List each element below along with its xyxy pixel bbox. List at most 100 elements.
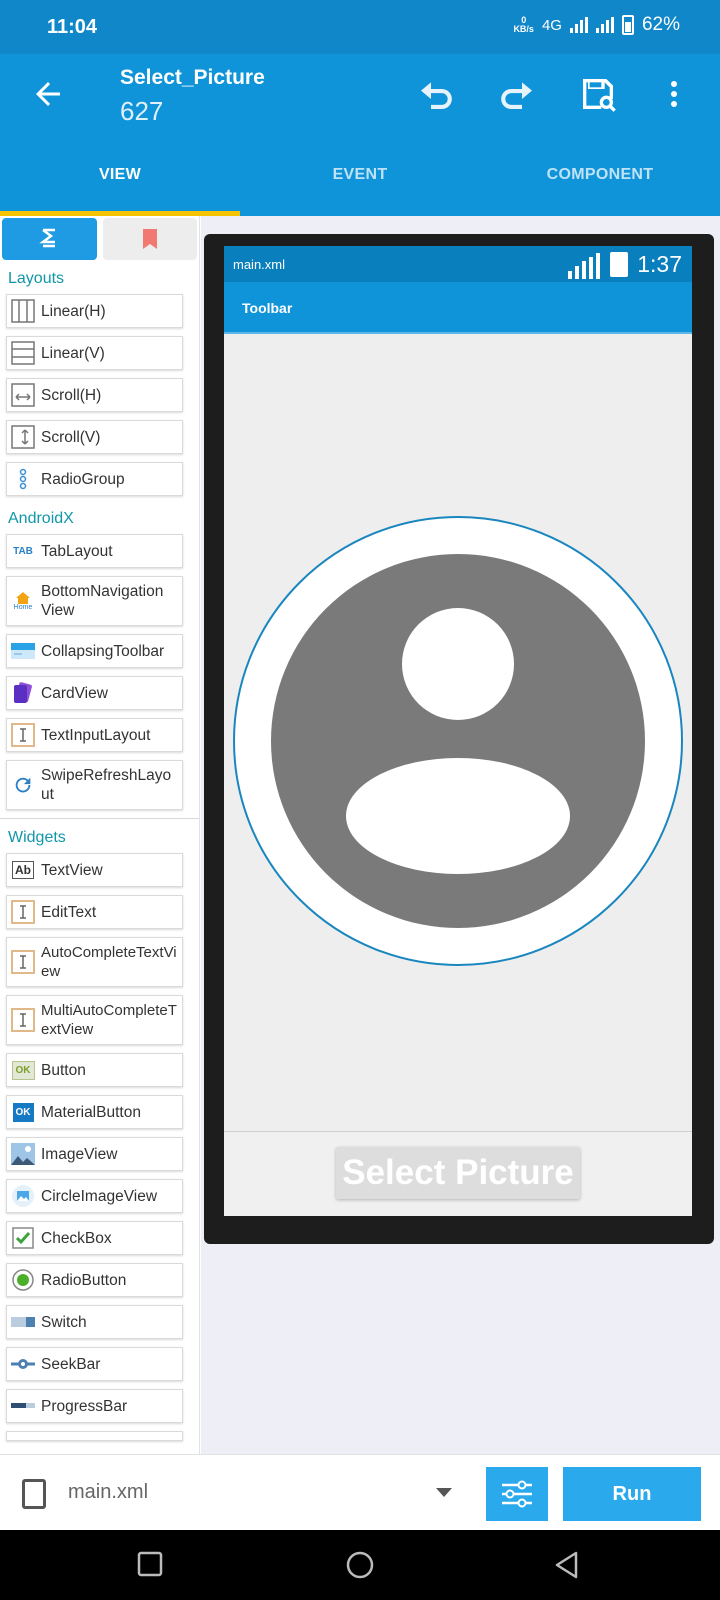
preview-battery-icon <box>610 252 628 277</box>
section-widgets: Widgets <box>8 829 66 846</box>
design-canvas: main.xml 1:37 Toolbar Select Picture <box>201 216 720 1454</box>
item-label: MaterialButton <box>41 1103 141 1121</box>
palette-item-edittext[interactable]: EditText <box>6 895 183 929</box>
home-icon-label: Home <box>13 603 33 611</box>
status-icons: 0 KB/s 4G 62% <box>513 14 680 36</box>
palette-tab-bookmarks[interactable] <box>102 218 197 260</box>
home-icon <box>16 591 30 604</box>
item-label: Switch <box>41 1313 87 1331</box>
scroll-h-icon <box>11 383 35 407</box>
app-bar: Select_Picture 627 <box>0 54 720 144</box>
item-label: RadioButton <box>41 1271 127 1289</box>
palette-item-progressbar[interactable]: ProgressBar <box>6 1389 183 1423</box>
item-label: TabLayout <box>41 542 113 560</box>
select-picture-button[interactable]: Select Picture <box>336 1147 580 1199</box>
palette-item-cardview[interactable]: CardView <box>6 676 183 710</box>
seekbar-icon <box>11 1352 35 1376</box>
item-label: CircleImageView <box>41 1187 158 1205</box>
item-label: MultiAutoCompleteT extView <box>41 1002 177 1038</box>
linear-h-icon <box>11 299 35 323</box>
palette-item-bottomnavigationview[interactable]: Home BottomNavigation View <box>6 576 183 626</box>
palette-item-collapsingtoolbar[interactable]: CollapsingToolbar <box>6 634 183 668</box>
item-label: Linear(H) <box>41 302 106 320</box>
section-layouts: Layouts <box>8 270 65 287</box>
scroll-v-icon <box>11 425 35 449</box>
properties-button[interactable] <box>486 1467 548 1521</box>
chevron-down-icon[interactable] <box>436 1488 452 1497</box>
palette-item-textinputlayout[interactable]: TextInputLayout <box>6 718 183 752</box>
back-arrow-icon[interactable] <box>30 76 66 112</box>
network-speed-unit: KB/s <box>513 24 534 34</box>
textinputlayout-icon <box>11 723 35 747</box>
palette-item-button[interactable]: OK Button <box>6 1053 183 1087</box>
button-icon: OK <box>11 1058 35 1082</box>
palette-item-checkbox[interactable]: CheckBox <box>6 1221 183 1255</box>
textview-icon-label: Ab <box>12 861 34 879</box>
back-nav-icon[interactable] <box>553 1550 581 1580</box>
imageview-icon <box>11 1142 35 1166</box>
item-label: Button <box>41 1061 86 1079</box>
system-nav-bar <box>0 1530 720 1600</box>
redo-icon[interactable] <box>497 74 537 114</box>
palette-item-seekbar[interactable]: SeekBar <box>6 1347 183 1381</box>
palette-item-scroll-h[interactable]: Scroll(H) <box>6 378 183 412</box>
radiobutton-icon <box>11 1268 35 1292</box>
palette-item-circleimageview[interactable]: CircleImageView <box>6 1179 183 1213</box>
item-label: RadioGroup <box>41 470 125 488</box>
palette-item-partial[interactable] <box>6 1431 183 1441</box>
item-label: TextInputLayout <box>41 726 151 744</box>
palette-item-textview[interactable]: Ab TextView <box>6 853 183 887</box>
recents-icon[interactable] <box>136 1550 164 1578</box>
run-button[interactable]: Run <box>563 1467 701 1521</box>
item-label: ImageView <box>41 1145 118 1163</box>
linear-v-icon <box>11 341 35 365</box>
palette-item-multiautocompletetextview[interactable]: MultiAutoCompleteT extView <box>6 995 183 1045</box>
bookmark-icon <box>142 229 157 249</box>
palette-item-radiobutton[interactable]: RadioButton <box>6 1263 183 1297</box>
tab-component[interactable]: COMPONENT <box>480 144 720 216</box>
more-vert-icon[interactable] <box>662 74 686 114</box>
bottom-bar: main.xml Run <box>0 1454 720 1530</box>
item-label: CardView <box>41 684 108 702</box>
home-nav-icon[interactable] <box>345 1550 375 1580</box>
section-androidx: AndroidX <box>8 510 74 527</box>
autocomplete-icon <box>11 950 35 974</box>
item-label: Scroll(H) <box>41 386 102 404</box>
tune-icon <box>502 1480 532 1508</box>
profile-image[interactable] <box>232 516 684 968</box>
palette-item-tablayout[interactable]: TAB TabLayout <box>6 534 183 568</box>
palette-item-scroll-v[interactable]: Scroll(V) <box>6 420 183 454</box>
project-id: 627 <box>120 96 164 126</box>
item-label: CollapsingToolbar <box>41 642 165 660</box>
status-time: 11:04 <box>47 16 98 38</box>
preview-screen: main.xml 1:37 Toolbar Select Picture <box>224 246 692 1216</box>
palette-item-linear-v[interactable]: Linear(V) <box>6 336 183 370</box>
preview-signal-icon <box>568 253 600 279</box>
palette-item-switch[interactable]: Switch <box>6 1305 183 1339</box>
undo-icon[interactable] <box>416 74 456 114</box>
current-file[interactable]: main.xml <box>68 1481 148 1504</box>
status-bar: 11:04 0 KB/s 4G 62% <box>0 0 720 54</box>
preview-file-name: main.xml <box>233 257 286 272</box>
palette-item-linear-h[interactable]: Linear(H) <box>6 294 183 328</box>
item-label: ProgressBar <box>41 1397 128 1415</box>
palette-item-materialbutton[interactable]: OK MaterialButton <box>6 1095 183 1129</box>
palette-tab-widgets[interactable] <box>2 218 97 260</box>
network-speed: 0 KB/s <box>513 16 534 34</box>
save-icon[interactable] <box>578 74 618 114</box>
editor-tabs: VIEW EVENT COMPONENT <box>0 144 720 216</box>
palette-item-imageview[interactable]: ImageView <box>6 1137 183 1171</box>
palette-item-radiogroup[interactable]: RadioGroup <box>6 462 183 496</box>
signal-icon-2 <box>595 17 614 33</box>
preview-time: 1:37 <box>637 251 682 277</box>
item-label: EditText <box>41 903 97 921</box>
widgets-palette-icon <box>39 228 56 248</box>
item-label: SeekBar <box>41 1355 101 1373</box>
tab-event[interactable]: EVENT <box>240 144 480 216</box>
palette-item-swiperefreshlayout[interactable]: SwipeRefreshLayo ut <box>6 760 183 810</box>
checkbox-icon <box>11 1226 35 1250</box>
textview-icon: Ab <box>11 858 35 882</box>
tab-view[interactable]: VIEW <box>0 144 240 216</box>
palette-item-autocompletetextview[interactable]: AutoCompleteTextVi ew <box>6 937 183 987</box>
signal-icon <box>569 17 588 33</box>
